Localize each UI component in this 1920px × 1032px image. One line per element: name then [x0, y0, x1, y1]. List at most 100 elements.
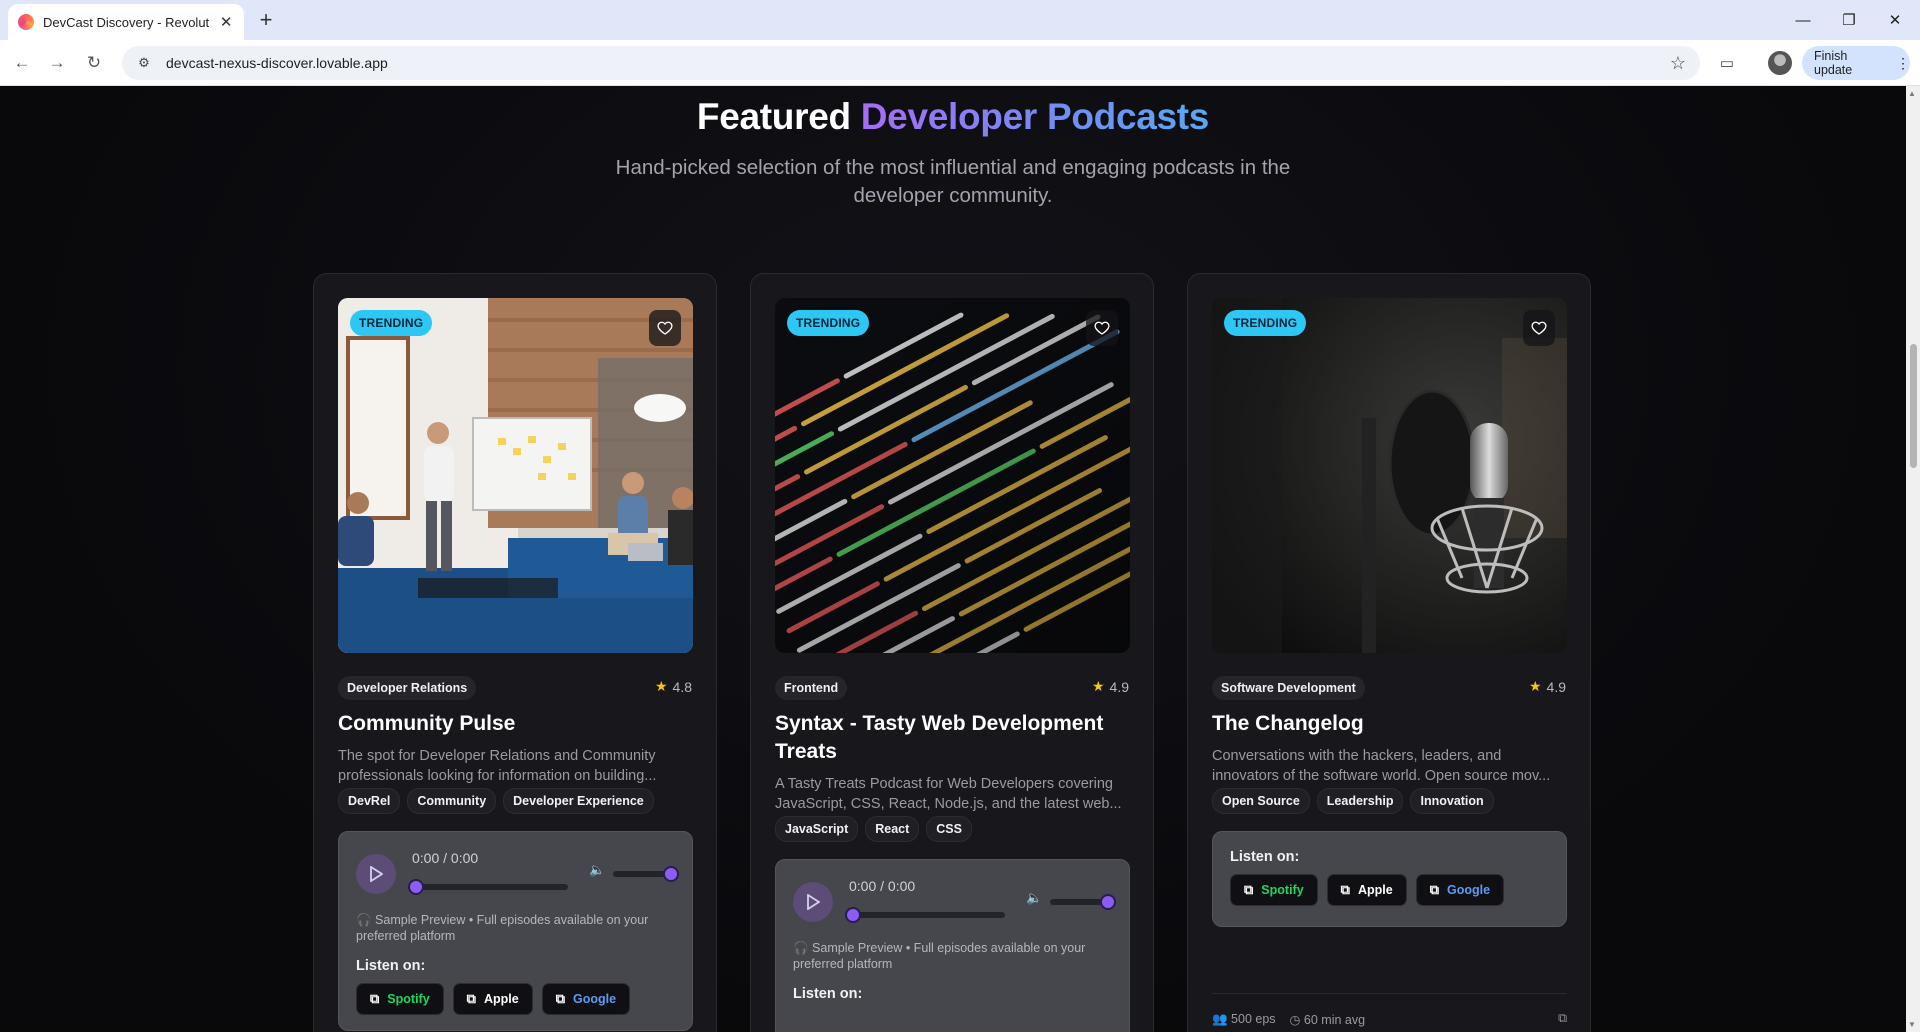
podcast-title: Syntax - Tasty Web Development Treats [775, 712, 1104, 763]
trending-badge: TRENDING [350, 310, 433, 336]
external-link-icon: ⧉ [1340, 882, 1350, 897]
podcast-card-syntax[interactable]: TRENDING Frontend ★ 4.9 Syntax - Tasty W… [750, 273, 1154, 1032]
category-badge: Developer Relations [338, 676, 477, 700]
forward-button[interactable]: → [43, 49, 71, 77]
google-label: Google [572, 992, 617, 1006]
category-badge: Software Development [1212, 676, 1365, 700]
back-button[interactable]: ← [8, 49, 36, 77]
podcast-cover-image: TRENDING [338, 298, 693, 653]
preview-note-text: Sample Preview • Full episodes available… [356, 913, 649, 943]
listen-on-section: Listen on: ⧉ Spotify ⧉ Apple ⧉ Google [356, 958, 631, 1015]
apple-link[interactable]: ⧉ Apple [452, 983, 533, 1015]
tag: Innovation [1410, 788, 1494, 814]
seek-slider[interactable] [845, 907, 1005, 923]
finish-update-button[interactable]: Finish update ⋮ [1802, 46, 1910, 80]
favorite-button[interactable] [649, 310, 681, 346]
tag: CSS [926, 816, 972, 842]
trending-badge: TRENDING [1224, 310, 1307, 336]
audio-player: 0:00 / 0:00 🔈 🎧 Sample Preview • Full ep… [338, 831, 693, 1031]
google-link[interactable]: ⧉ Google [1415, 874, 1505, 906]
heart-icon [1094, 321, 1110, 335]
podcast-card-the-changelog[interactable]: TRENDING Software Development ★ 4.9 The … [1187, 273, 1591, 1032]
trending-badge: TRENDING [787, 310, 870, 336]
favorite-button[interactable] [1086, 310, 1118, 346]
close-window-button[interactable]: ✕ [1872, 0, 1918, 40]
spotify-link[interactable]: ⧉ Spotify [356, 983, 444, 1015]
reload-button[interactable]: ↻ [80, 49, 108, 77]
rating-value: 4.8 [672, 678, 692, 695]
audio-player: 0:00 / 0:00 🔈 🎧 Sample Preview • Full ep… [775, 859, 1130, 1032]
volume-icon[interactable]: 🔈 [1026, 890, 1042, 906]
scroll-down-arrow-icon[interactable]: ▼ [1908, 1020, 1916, 1029]
rating: ★ 4.9 [1092, 678, 1129, 695]
play-icon [807, 894, 820, 910]
listen-on-label: Listen on: [793, 986, 863, 1002]
side-panel-icon[interactable]: ▭ [1713, 49, 1741, 77]
favorite-button[interactable] [1523, 310, 1555, 346]
play-button[interactable] [793, 882, 833, 922]
section-title: Featured Developer Podcasts [0, 96, 1906, 138]
scroll-up-arrow-icon[interactable]: ▲ [1908, 89, 1916, 98]
platform-links: ⧉ Spotify ⧉ Apple ⧉ Google [1230, 874, 1505, 906]
close-tab-icon[interactable]: ✕ [218, 13, 234, 31]
spotify-label: Spotify [1261, 883, 1304, 897]
preview-note: 🎧 Sample Preview • Full episodes availab… [793, 940, 1113, 972]
listen-on-panel: Listen on: ⧉ Spotify ⧉ Apple ⧉ Google [1212, 831, 1567, 927]
section-title-plain: Featured [696, 96, 851, 137]
spotify-label: Spotify [387, 992, 430, 1006]
volume-handle[interactable] [663, 866, 679, 882]
apple-label: Apple [483, 992, 519, 1006]
url-text[interactable]: devcast-nexus-discover.lovable.app [166, 55, 388, 71]
tag-list: DevRel Community Developer Experience [338, 788, 654, 814]
external-link-icon[interactable]: ⧉ [1558, 1011, 1567, 1026]
headphones-icon: 🎧 [356, 913, 376, 927]
listen-on-section: Listen on: ⧉ Spotify ⧉ Apple ⧉ Google [1230, 849, 1505, 906]
tag: Developer Experience [503, 788, 654, 814]
page-scrollbar[interactable]: ▲ ▼ [1906, 86, 1920, 1032]
volume-slider[interactable] [613, 866, 679, 882]
volume-icon[interactable]: 🔈 [589, 862, 605, 878]
rating: ★ 4.9 [1529, 678, 1566, 695]
tag: JavaScript [775, 816, 859, 842]
minimize-button[interactable]: — [1780, 0, 1826, 40]
apple-link[interactable]: ⧉ Apple [1326, 874, 1407, 906]
google-link[interactable]: ⧉ Google [541, 983, 631, 1015]
play-button[interactable] [356, 854, 396, 894]
office-meeting-photo [338, 298, 693, 653]
platform-links: ⧉ Spotify ⧉ Apple ⧉ Google [356, 983, 631, 1015]
preview-note: 🎧 Sample Preview • Full episodes availab… [356, 912, 676, 944]
episodes-count: 500 eps [1231, 1012, 1276, 1026]
length-stat: ◷ 60 min avg [1290, 1012, 1366, 1027]
podcast-description: A Tasty Treats Podcast for Web Developer… [775, 776, 1122, 812]
seek-handle[interactable] [408, 879, 424, 895]
new-tab-button[interactable]: + [252, 7, 280, 35]
browser-tab[interactable]: DevCast Discovery - Revolution ✕ [8, 4, 244, 40]
code-screen-photo [775, 298, 1130, 653]
spotify-link[interactable]: ⧉ Spotify [1230, 874, 1318, 906]
podcast-card-community-pulse[interactable]: TRENDING Developer Relations ★ 4.8 Commu… [313, 273, 717, 1032]
podcast-title: The Changelog [1212, 712, 1364, 735]
seek-slider[interactable] [408, 879, 568, 895]
volume-handle[interactable] [1100, 894, 1116, 910]
microphone-photo [1212, 298, 1567, 653]
restore-button[interactable]: ❐ [1826, 0, 1872, 40]
podcast-cover-image: TRENDING [1212, 298, 1567, 653]
episodes-stat: 👥 500 eps [1212, 1012, 1276, 1027]
volume-slider[interactable] [1050, 894, 1116, 910]
site-info-icon[interactable]: ⚙ [136, 55, 152, 71]
address-bar[interactable]: ⚙ devcast-nexus-discover.lovable.app ☆ [122, 46, 1700, 80]
seek-handle[interactable] [845, 907, 861, 923]
listen-on-section: Listen on: [793, 986, 862, 1002]
bookmark-star-icon[interactable]: ☆ [1670, 53, 1686, 74]
scrollbar-thumb[interactable] [1910, 344, 1917, 468]
tag: Open Source [1212, 788, 1310, 814]
podcast-description: The spot for Developer Relations and Com… [338, 748, 657, 784]
tag: DevRel [338, 788, 401, 814]
external-link-icon: ⧉ [370, 991, 380, 1006]
tag: Community [407, 788, 497, 814]
tag: React [865, 816, 920, 842]
section-title-gradient: Developer Podcasts [860, 96, 1210, 137]
profile-avatar[interactable] [1768, 51, 1792, 75]
play-icon [370, 866, 383, 882]
avg-length: 60 min avg [1303, 1013, 1366, 1027]
